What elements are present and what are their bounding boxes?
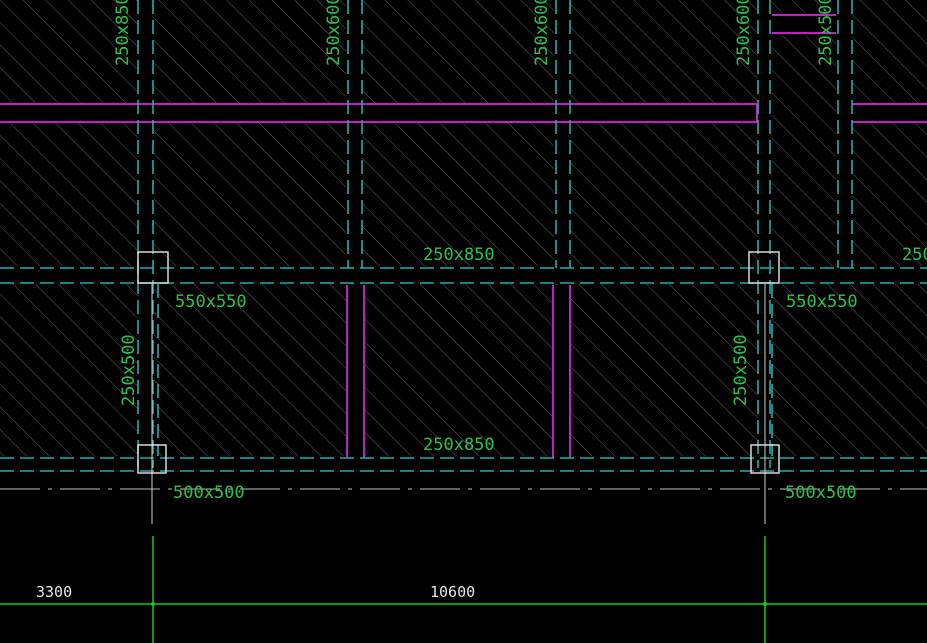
beam-label-vertical-3: 250x600: [532, 0, 552, 66]
cad-drawing-canvas[interactable]: 250x850 250x600 250x600 250x600 250x500 …: [0, 0, 927, 643]
beam-label-horizontal-mid-right: 250: [902, 245, 927, 265]
beam-label-vertical-5: 250x500: [816, 0, 836, 66]
column-label-right-upper: 550x550: [786, 292, 858, 312]
column-label-left-upper: 550x550: [175, 292, 247, 312]
beam-label-vertical-2: 250x600: [324, 0, 344, 66]
dimension-label-3300: 3300: [36, 583, 72, 601]
beam-label-right-mid: 250x500: [731, 334, 751, 406]
beam-label-horizontal-mid: 250x850: [423, 245, 495, 265]
beam-label-horizontal-bottom: 250x850: [423, 435, 495, 455]
beam-label-vertical-1: 250x850: [113, 0, 133, 66]
beam-label-vertical-4: 250x600: [734, 0, 754, 66]
column-label-right-lower: 500x500: [785, 483, 857, 503]
dimension-label-10600: 10600: [430, 583, 475, 601]
column-label-left-lower: 500x500: [173, 483, 245, 503]
beam-label-left-mid: 250x500: [119, 334, 139, 406]
